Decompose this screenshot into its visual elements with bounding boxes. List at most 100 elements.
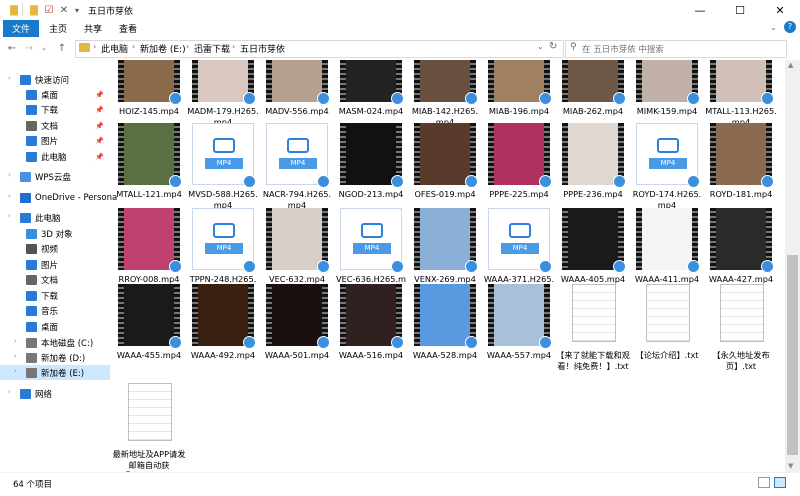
sidebar-item[interactable]: 桌面 📌	[0, 87, 110, 102]
sidebar-item-label: 视频	[41, 244, 59, 255]
player-badge-icon	[391, 260, 404, 273]
scroll-down-icon[interactable]: ▼	[788, 462, 793, 470]
file-name: MVSD-588.H265.mp4	[188, 189, 258, 210]
minimize-icon[interactable]: —	[680, 0, 720, 20]
sidebar-item[interactable]: 图片	[0, 257, 110, 272]
breadcrumb-item[interactable]: 迅雷下载	[194, 42, 230, 55]
sidebar-item[interactable]: WPS云盘	[0, 169, 110, 184]
player-badge-icon	[317, 336, 330, 349]
sidebar-item[interactable]: 此电脑 📌	[0, 149, 110, 164]
scrollbar-thumb[interactable]	[787, 255, 798, 455]
video-thumbnail	[192, 284, 256, 349]
thumbnail-frame	[642, 60, 692, 102]
file-name: PPPE-236.mp4	[563, 189, 623, 199]
delete-icon[interactable]: ✕	[58, 4, 70, 16]
details-view-icon[interactable]	[758, 477, 770, 488]
thumbnail-frame	[124, 60, 174, 102]
player-badge-icon	[169, 260, 182, 273]
expand-chevron-icon[interactable]: ›	[8, 192, 11, 200]
player-badge-icon	[761, 260, 774, 273]
player-badge-icon	[465, 92, 478, 105]
sidebar-item[interactable]: 视频	[0, 241, 110, 256]
breadcrumb-item[interactable]: 新加卷 (E:)	[140, 42, 186, 55]
new-folder-icon[interactable]: ▇	[28, 4, 40, 16]
sidebar-item[interactable]: 3D 对象	[0, 226, 110, 241]
file-name: WAAA-528.mp4	[412, 350, 478, 360]
video-thumbnail	[118, 284, 182, 349]
tab-share[interactable]: 共享	[77, 20, 109, 37]
help-icon[interactable]: ?	[784, 21, 796, 33]
sidebar-item[interactable]: 此电脑	[0, 210, 110, 225]
player-badge-icon	[687, 175, 700, 188]
thumbnail-frame	[494, 123, 544, 185]
expand-chevron-icon[interactable]: ›	[8, 74, 11, 82]
refresh-icon[interactable]: ↻	[549, 41, 557, 52]
thumbnail-frame	[272, 208, 322, 270]
address-dropdown-icon[interactable]: ⌄	[537, 42, 544, 51]
expand-chevron-icon[interactable]: ›	[8, 212, 11, 220]
back-icon[interactable]: ←	[5, 41, 19, 55]
video-thumbnail	[488, 284, 552, 349]
expand-chevron-icon[interactable]: ›	[14, 367, 17, 375]
file-name: WAAA-516.mp4	[338, 350, 404, 360]
expand-chevron-icon[interactable]: ›	[14, 352, 17, 360]
tab-file[interactable]: 文件	[3, 20, 39, 37]
close-icon[interactable]: ✕	[760, 0, 800, 20]
recent-locations-icon[interactable]: ⌄	[37, 41, 51, 55]
up-icon[interactable]: ↑	[55, 41, 69, 55]
thumbnail-frame	[568, 123, 618, 185]
file-name: NGOD-213.mp4	[338, 189, 404, 199]
sidebar-item-label: 桌面	[41, 322, 59, 333]
properties-icon[interactable]: ☑	[43, 4, 55, 16]
player-badge-icon	[539, 260, 552, 273]
video-thumbnail	[118, 123, 182, 188]
sidebar-item[interactable]: OneDrive - Persona	[0, 190, 117, 205]
sidebar-item[interactable]: 文档	[0, 272, 110, 287]
drive-icon	[26, 367, 37, 378]
file-name: NACR-794.H265.mp4	[262, 189, 332, 210]
thumbnail-frame	[494, 60, 544, 102]
window-title: 五日市芽依	[88, 7, 134, 17]
sidebar-item-label: WPS云盘	[35, 172, 71, 183]
expand-ribbon-icon[interactable]: ⌄	[770, 23, 777, 32]
thumbnail-frame	[420, 208, 470, 270]
sidebar-item[interactable]: 文档 📌	[0, 118, 110, 133]
sidebar-item[interactable]: 网络	[0, 386, 110, 401]
expand-chevron-icon[interactable]: ›	[8, 388, 11, 396]
sidebar-item-label: 下载	[41, 291, 59, 302]
expand-chevron-icon[interactable]: ›	[14, 337, 17, 345]
sidebar-item-label: 3D 对象	[41, 229, 73, 240]
expand-chevron-icon[interactable]: ›	[8, 171, 11, 179]
breadcrumb-item[interactable]: 此电脑	[101, 42, 128, 55]
player-badge-icon	[317, 260, 330, 273]
tab-home[interactable]: 主页	[42, 20, 74, 37]
file-name: MASM-024.mp4	[338, 106, 404, 116]
thumbnail-frame	[124, 123, 174, 185]
star-icon	[20, 74, 31, 85]
file-name: MIAB-262.mp4	[562, 106, 624, 116]
sidebar-item-label: 网络	[35, 389, 53, 400]
scroll-up-icon[interactable]: ▲	[788, 61, 793, 69]
sidebar-item[interactable]: 下载 📌	[0, 102, 110, 117]
sidebar-item[interactable]: 下载	[0, 288, 110, 303]
breadcrumb-item[interactable]: 五日市芽依	[240, 42, 285, 55]
tab-view[interactable]: 查看	[112, 20, 144, 37]
sidebar-item[interactable]: 音乐	[0, 303, 110, 318]
drive-icon	[26, 337, 37, 348]
file-name: 【论坛介绍】.txt	[635, 350, 699, 360]
player-badge-icon	[243, 175, 256, 188]
maximize-icon[interactable]: ☐	[720, 0, 760, 20]
sidebar-item[interactable]: 桌面	[0, 319, 110, 334]
file-name: ROYD-181.mp4	[709, 189, 773, 199]
sidebar-item[interactable]: 快速访问	[0, 72, 110, 87]
customize-toolbar-icon[interactable]: ▾	[71, 4, 83, 16]
video-thumbnail	[118, 208, 182, 273]
drive-icon	[26, 352, 37, 363]
video-thumbnail	[562, 208, 626, 273]
thumbnail-frame	[420, 60, 470, 102]
file-name: PPPE-225.mp4	[489, 189, 549, 199]
sidebar-item[interactable]: 图片 📌	[0, 133, 110, 148]
mp4-file-icon: MP4	[340, 208, 404, 273]
large-icons-view-icon[interactable]	[774, 477, 786, 488]
forward-icon[interactable]: →	[22, 41, 36, 55]
